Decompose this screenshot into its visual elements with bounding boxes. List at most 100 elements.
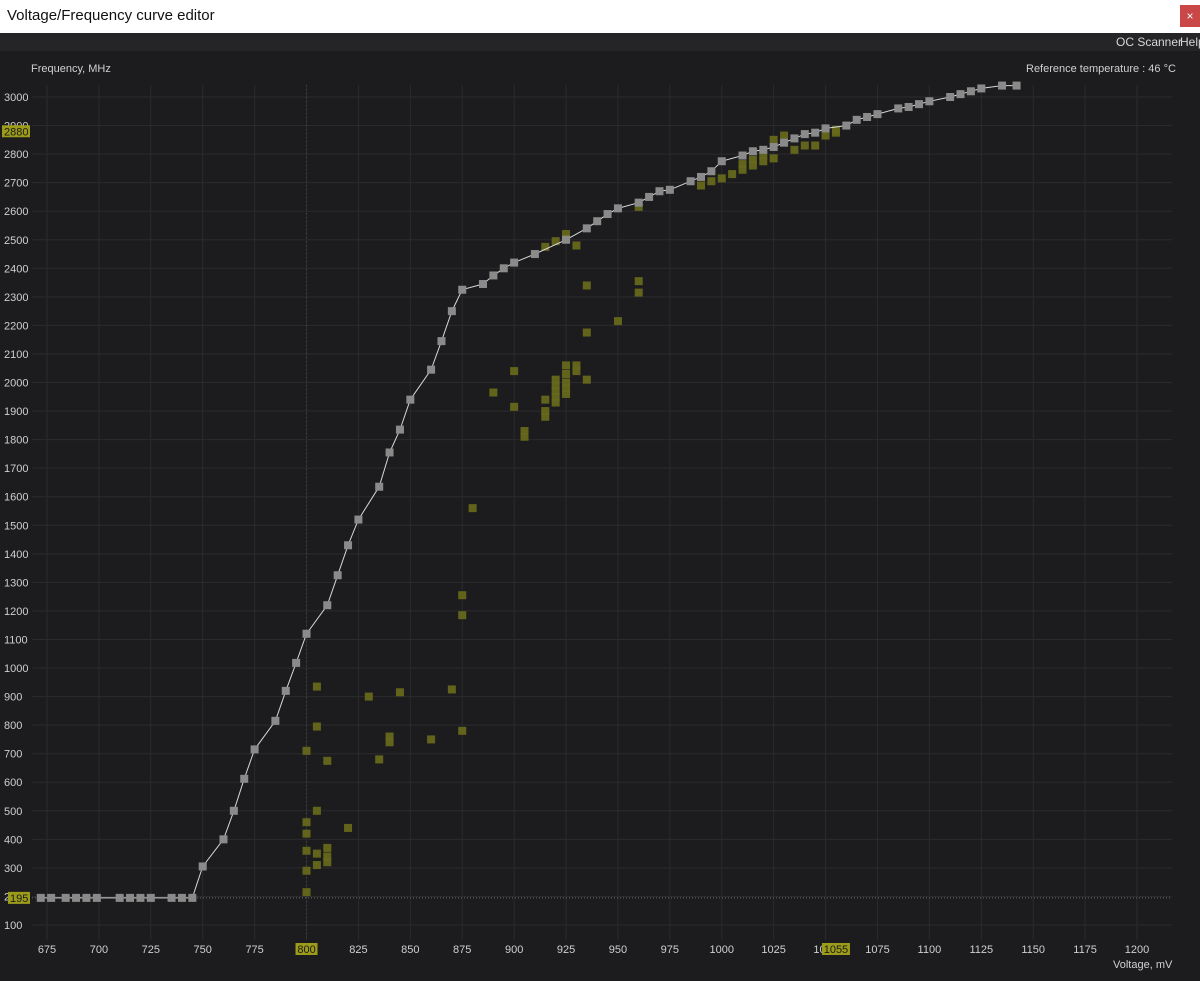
curve-point[interactable] xyxy=(281,686,290,695)
curve-point[interactable] xyxy=(582,224,591,233)
curve-point[interactable] xyxy=(717,157,726,166)
x-axis-ticks: 675 700 725 750 775 800 825 850 875 900 925 950 975 1… xyxy=(38,944,1149,956)
curve-point[interactable] xyxy=(655,187,664,196)
curve-point[interactable] xyxy=(344,541,353,550)
curve-point[interactable] xyxy=(603,210,612,219)
curve-point[interactable] xyxy=(250,745,259,754)
vf-curve-points[interactable] xyxy=(36,81,1021,902)
x-tick-label: 725 xyxy=(142,944,160,956)
curve-point[interactable] xyxy=(1012,81,1021,90)
curve-point[interactable] xyxy=(562,235,571,244)
y-tick-label: 2300 xyxy=(4,292,28,304)
curve-point[interactable] xyxy=(292,658,301,667)
curve-point[interactable] xyxy=(530,250,539,259)
curve-point[interactable] xyxy=(748,147,757,156)
y-tick-label: 2000 xyxy=(4,378,28,390)
curve-point[interactable] xyxy=(92,893,101,902)
curve-point[interactable] xyxy=(126,893,135,902)
chart-canvas[interactable]: 1002003004005006007008009001000110012001… xyxy=(0,0,1200,981)
history-point xyxy=(821,131,830,140)
curve-point[interactable] xyxy=(333,571,342,580)
curve-point[interactable] xyxy=(738,151,747,160)
curve-point[interactable] xyxy=(406,395,415,404)
x-tick-label: 875 xyxy=(453,944,471,956)
curve-point[interactable] xyxy=(873,110,882,119)
y-marker-label-2880: 2880 xyxy=(4,126,28,138)
curve-point[interactable] xyxy=(977,84,986,93)
curve-point[interactable] xyxy=(489,271,498,280)
curve-point[interactable] xyxy=(271,716,280,725)
curve-point[interactable] xyxy=(375,482,384,491)
curve-point[interactable] xyxy=(499,264,508,273)
curve-point[interactable] xyxy=(613,204,622,213)
curve-point[interactable] xyxy=(956,90,965,99)
curve-point[interactable] xyxy=(229,806,238,815)
history-point xyxy=(738,160,747,169)
curve-point[interactable] xyxy=(790,134,799,143)
curve-point[interactable] xyxy=(198,862,207,871)
curve-point[interactable] xyxy=(177,893,186,902)
curve-point[interactable] xyxy=(925,97,934,106)
y-tick-label: 800 xyxy=(4,720,22,732)
curve-point[interactable] xyxy=(665,185,674,194)
history-point xyxy=(302,888,311,897)
curve-point[interactable] xyxy=(634,198,643,207)
curve-point[interactable] xyxy=(479,280,487,289)
curve-point[interactable] xyxy=(915,100,923,109)
curve-point[interactable] xyxy=(219,835,228,844)
curve-point[interactable] xyxy=(707,167,716,176)
curve-point[interactable] xyxy=(645,192,654,201)
curve-point[interactable] xyxy=(510,258,519,267)
y-tick-label: 2800 xyxy=(4,149,28,161)
curve-point[interactable] xyxy=(146,893,155,902)
history-point xyxy=(375,755,384,764)
curve-point[interactable] xyxy=(302,629,311,638)
curve-point[interactable] xyxy=(593,217,602,226)
curve-point[interactable] xyxy=(447,307,456,316)
curve-point[interactable] xyxy=(47,893,56,902)
curve-point[interactable] xyxy=(136,893,145,902)
curve-point[interactable] xyxy=(863,112,872,121)
y-tick-label: 1700 xyxy=(4,463,28,475)
history-point xyxy=(312,722,321,731)
curve-point[interactable] xyxy=(72,893,81,902)
curve-point[interactable] xyxy=(61,893,70,902)
history-point xyxy=(447,685,456,694)
curve-point[interactable] xyxy=(998,81,1007,90)
curve-point[interactable] xyxy=(82,893,91,902)
curve-point[interactable] xyxy=(437,337,446,346)
curve-point[interactable] xyxy=(800,130,809,139)
curve-point[interactable] xyxy=(780,138,789,147)
curve-point[interactable] xyxy=(395,425,404,434)
curve-point[interactable] xyxy=(697,172,705,181)
curve-point[interactable] xyxy=(385,448,394,457)
history-point xyxy=(458,611,467,620)
curve-point[interactable] xyxy=(821,124,830,133)
curve-point[interactable] xyxy=(36,893,45,902)
history-point xyxy=(302,846,311,855)
curve-point[interactable] xyxy=(458,285,467,294)
curve-point[interactable] xyxy=(354,515,363,524)
curve-point[interactable] xyxy=(427,365,436,374)
curve-point[interactable] xyxy=(188,893,197,902)
curve-point[interactable] xyxy=(323,601,332,610)
curve-point[interactable] xyxy=(966,87,975,96)
x-tick-label: 775 xyxy=(245,944,263,956)
history-point xyxy=(562,369,571,378)
curve-point[interactable] xyxy=(852,115,861,124)
curve-point[interactable] xyxy=(904,102,913,111)
y-tick-label: 600 xyxy=(4,777,22,789)
curve-point[interactable] xyxy=(894,104,903,113)
history-point xyxy=(510,367,519,376)
curve-point[interactable] xyxy=(759,145,768,154)
curve-point[interactable] xyxy=(240,774,249,783)
curve-point[interactable] xyxy=(811,128,820,137)
x-tick-label: 900 xyxy=(505,944,523,956)
curve-point[interactable] xyxy=(167,893,176,902)
curve-point[interactable] xyxy=(115,893,124,902)
curve-point[interactable] xyxy=(946,93,955,101)
curve-point[interactable] xyxy=(769,142,778,151)
y-axis-label: Frequency, MHz xyxy=(31,63,111,75)
curve-point[interactable] xyxy=(842,121,851,130)
curve-point[interactable] xyxy=(686,177,695,186)
